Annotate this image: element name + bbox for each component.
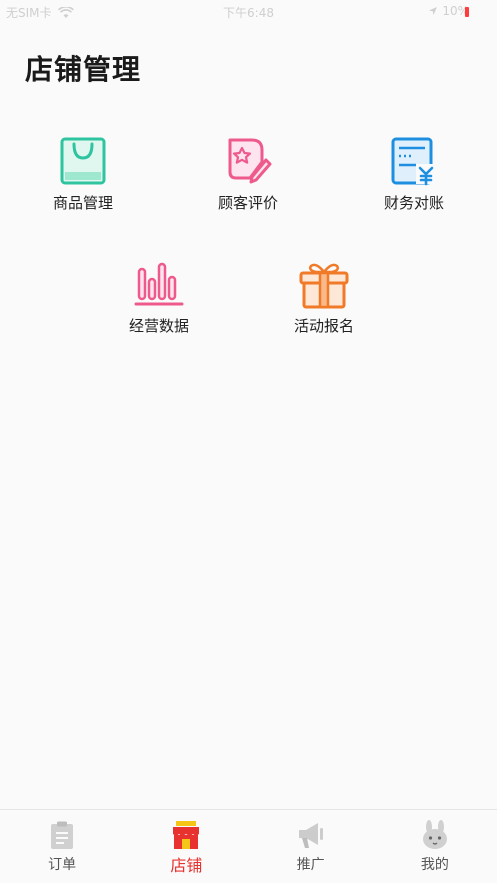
- tab-label: 店铺: [170, 856, 203, 875]
- menu-item-label: 顾客评价: [217, 194, 278, 212]
- menu-item-financial-reconciliation[interactable]: 财务对账: [354, 136, 474, 216]
- menu-item-label: 经营数据: [128, 317, 189, 335]
- storefront-icon: [173, 821, 200, 849]
- invoice-yen-icon: [391, 137, 436, 186]
- review-edit-icon: [228, 138, 272, 184]
- tab-store[interactable]: 店铺: [124, 810, 248, 883]
- menu-item-business-data[interactable]: 经营数据: [99, 259, 219, 339]
- tab-promotion[interactable]: 推广: [249, 810, 373, 883]
- rabbit-avatar-icon: [422, 820, 447, 849]
- tab-label: 推广: [296, 857, 325, 873]
- menu-item-label: 商品管理: [52, 194, 113, 212]
- tab-label: 订单: [48, 857, 77, 873]
- shopping-bag-icon: [60, 137, 106, 185]
- status-time: 下午6:48: [223, 6, 274, 20]
- location-arrow-icon: [429, 7, 438, 15]
- battery-low-icon: [465, 7, 469, 17]
- menu-item-label: 财务对账: [383, 194, 444, 212]
- menu-item-product-management[interactable]: 商品管理: [23, 136, 143, 216]
- tab-orders[interactable]: 订单: [0, 810, 124, 883]
- status-bar: 无SIM卡 下午6:48 10%: [0, 0, 497, 24]
- megaphone-icon: [298, 823, 323, 848]
- bar-chart-icon: [134, 262, 184, 306]
- page-title: 店铺管理: [25, 53, 142, 86]
- tab-profile[interactable]: 我的: [373, 810, 497, 883]
- tab-label: 我的: [420, 857, 449, 873]
- menu-item-event-registration[interactable]: 活动报名: [264, 259, 384, 339]
- clipboard-icon: [51, 821, 74, 849]
- bottom-tab-bar: 订单 店铺 推广 我的: [0, 809, 497, 883]
- status-right: 10%: [428, 4, 469, 18]
- menu-item-customer-reviews[interactable]: 顾客评价: [188, 136, 308, 216]
- gift-icon: [299, 263, 349, 309]
- menu-item-label: 活动报名: [293, 317, 354, 335]
